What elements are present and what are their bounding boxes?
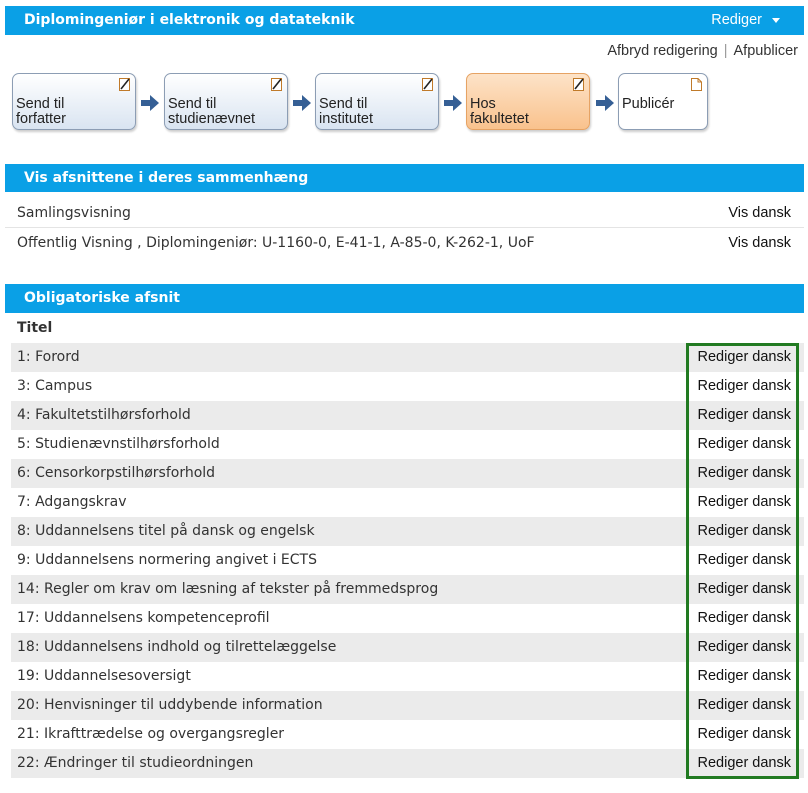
section-row-title: 1: Forord [17, 349, 80, 365]
section-row: 9: Uddannelsens normering angivet i ECTS… [11, 546, 804, 575]
section-row: 14: Regler om krav om læsning af tekster… [11, 575, 804, 604]
section-row-title: 18: Uddannelsens indhold og tilrettelægg… [17, 639, 337, 655]
section-row-title: 5: Studienævnstilhørsforhold [17, 436, 220, 452]
section-row-title: 7: Adgangskrav [17, 494, 127, 510]
rediger-label: Rediger [711, 12, 762, 28]
section-row-title: 20: Henvisninger til uddybende informati… [17, 697, 323, 713]
edit-document-icon [119, 78, 130, 91]
section-row: 1: Forord Rediger dansk [11, 343, 804, 372]
page-title: Diplomingeniør i elektronik og datatekni… [24, 12, 355, 28]
edit-danish-link[interactable]: Rediger dansk [698, 430, 792, 459]
arrow-right-icon [141, 95, 159, 111]
section-row: 20: Henvisninger til uddybende informati… [11, 691, 804, 720]
show-danish-link[interactable]: Vis dansk [728, 199, 791, 228]
workflow-step-label-line1: Publicér [622, 96, 675, 112]
section-row: 22: Ændringer til studieordningen Rediger… [11, 749, 804, 778]
workflow-step-label-line2: forfatter [16, 111, 66, 127]
workflow-step-send-to-author[interactable]: Send til forfatter [12, 73, 136, 130]
unpublish-link[interactable]: Afpublicer [734, 43, 798, 59]
edit-document-icon [422, 78, 433, 91]
section-row: 19: Uddannelsesoversigt Rediger dansk [11, 662, 804, 691]
title-column-header: Titel [17, 320, 53, 336]
workflow-step-label-line1: Send til [319, 96, 368, 112]
edit-danish-link[interactable]: Rediger dansk [698, 633, 792, 662]
edit-danish-link[interactable]: Rediger dansk [698, 488, 792, 517]
cancel-edit-link[interactable]: Afbryd redigering [607, 43, 717, 59]
workflow-step-label-line1: Send til [168, 96, 217, 112]
edit-danish-link[interactable]: Rediger dansk [698, 343, 792, 372]
edit-danish-link[interactable]: Rediger dansk [698, 517, 792, 546]
workflow-step-send-to-board[interactable]: Send til studienævnet [164, 73, 288, 130]
views-section-title: Vis afsnittene i deres sammenhæng [24, 170, 309, 186]
section-row-title: 22: Ændringer til studieordningen [17, 755, 254, 771]
arrow-right-icon [293, 95, 311, 111]
arrow-right-icon [444, 95, 462, 111]
action-separator: | [723, 43, 728, 59]
edit-danish-link[interactable]: Rediger dansk [698, 459, 792, 488]
section-row-title: 19: Uddannelsesoversigt [17, 668, 191, 684]
workflow-step-label-line1: Hos [470, 96, 496, 112]
section-row: 8: Uddannelsens titel på dansk og engels… [11, 517, 804, 546]
section-row: 6: Censorkorpstilhørsforhold Rediger dans… [11, 459, 804, 488]
edit-danish-link[interactable]: Rediger dansk [698, 401, 792, 430]
section-row-title: 4: Fakultetstilhørsforhold [17, 407, 191, 423]
workflow-step-label-line1: Send til [16, 96, 65, 112]
section-row-title: 9: Uddannelsens normering angivet i ECTS [17, 552, 317, 568]
caret-down-icon [772, 17, 780, 23]
mandatory-section-header: Obligatoriske afsnit [5, 284, 804, 313]
edit-danish-link[interactable]: Rediger dansk [698, 691, 792, 720]
section-row-title: 3: Campus [17, 378, 93, 394]
view-row: Offentlig Visning , Diplomingeniør: U-11… [5, 229, 804, 258]
section-row: 21: Ikrafttrædelse og overgangsregler Red… [11, 720, 804, 749]
section-row-title: 6: Censorkorpstilhørsforhold [17, 465, 216, 481]
section-row: 4: Fakultetstilhørsforhold Rediger dansk [11, 401, 804, 430]
workflow-step-send-to-institute[interactable]: Send til institutet [315, 73, 439, 130]
edit-actions: Afbryd redigering | Afpublicer [607, 43, 798, 59]
section-row-title: 14: Regler om krav om læsning af tekster… [17, 581, 439, 597]
workflow-step-publish[interactable]: Publicér [618, 73, 708, 130]
section-row-title: 8: Uddannelsens titel på dansk og engels… [17, 523, 315, 539]
workflow-step-label-line2: institutet [319, 111, 373, 127]
workflow-step-at-faculty[interactable]: Hos fakultetet [466, 73, 590, 130]
section-row-title: 17: Uddannelsens kompetenceprofil [17, 610, 270, 626]
section-row: 5: Studienævnstilhørsforhold Rediger dans… [11, 430, 804, 459]
view-row: Samlingsvisning Vis dansk [5, 199, 804, 228]
workflow-step-label-line2: fakultetet [470, 111, 529, 127]
show-danish-link[interactable]: Vis dansk [728, 229, 791, 258]
section-row: 7: Adgangskrav Rediger dansk [11, 488, 804, 517]
section-row: 18: Uddannelsens indhold og tilrettelægg… [11, 633, 804, 662]
page-title-bar: Diplomingeniør i elektronik og datatekni… [5, 6, 804, 35]
edit-danish-link[interactable]: Rediger dansk [698, 372, 792, 401]
mandatory-section-list: 1: Forord Rediger dansk 3: Campus Rediger … [11, 343, 804, 778]
section-row: 3: Campus Rediger dansk [11, 372, 804, 401]
arrow-right-icon [596, 95, 614, 111]
workflow-step-label-line2: studienævnet [168, 111, 256, 127]
mandatory-section-title: Obligatoriske afsnit [24, 290, 180, 306]
view-row-label: Offentlig Visning , Diplomingeniør: U-11… [17, 235, 535, 251]
edit-danish-link[interactable]: Rediger dansk [698, 662, 792, 691]
edit-danish-link[interactable]: Rediger dansk [698, 546, 792, 575]
section-row: 17: Uddannelsens kompetenceprofil Rediger… [11, 604, 804, 633]
view-row-label: Samlingsvisning [17, 205, 131, 221]
edit-document-icon [573, 78, 584, 91]
edit-document-icon [271, 78, 282, 91]
section-row-title: 21: Ikrafttrædelse og overgangsregler [17, 726, 285, 742]
edit-danish-link[interactable]: Rediger dansk [698, 749, 792, 778]
rediger-dropdown[interactable]: Rediger [711, 6, 780, 35]
document-icon [691, 78, 702, 91]
edit-danish-link[interactable]: Rediger dansk [698, 604, 792, 633]
edit-danish-link[interactable]: Rediger dansk [698, 720, 792, 749]
edit-danish-link[interactable]: Rediger dansk [698, 575, 792, 604]
views-section-header: Vis afsnittene i deres sammenhæng [5, 164, 804, 192]
